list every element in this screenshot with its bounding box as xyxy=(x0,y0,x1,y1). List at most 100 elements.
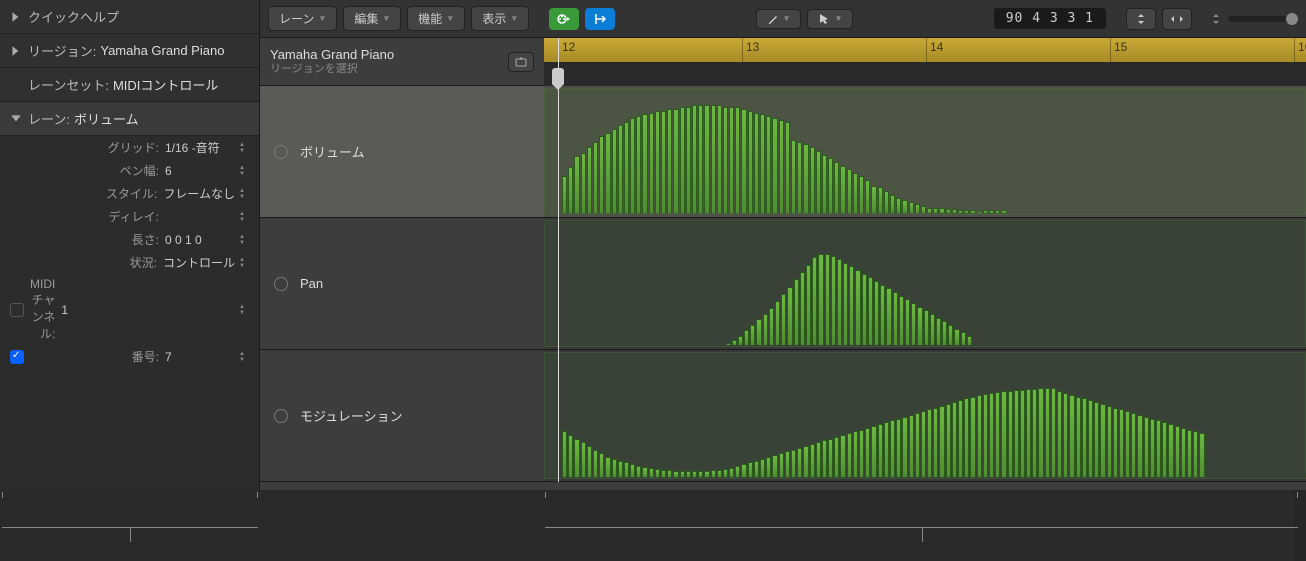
step-bar[interactable] xyxy=(803,446,808,477)
step-bar[interactable] xyxy=(748,462,753,477)
step-bar[interactable] xyxy=(880,285,885,345)
step-bar[interactable] xyxy=(1199,433,1204,477)
stepper-icon[interactable]: ▲▼ xyxy=(239,350,249,364)
stepper-icon[interactable]: ▲▼ xyxy=(239,256,249,270)
step-bar[interactable] xyxy=(574,439,579,477)
step-bar[interactable] xyxy=(840,166,845,213)
step-bar[interactable] xyxy=(995,392,1000,477)
step-bar[interactable] xyxy=(574,156,579,213)
step-bar[interactable] xyxy=(964,398,969,477)
step-bar[interactable] xyxy=(756,319,761,345)
lane-header-pan[interactable]: Pan xyxy=(260,218,544,350)
step-bar[interactable] xyxy=(1107,406,1112,477)
step-bar[interactable] xyxy=(636,116,641,213)
laneset-row[interactable]: レーンセット: MIDIコントロール xyxy=(0,68,259,102)
step-bar[interactable] xyxy=(766,116,771,213)
step-bar[interactable] xyxy=(673,109,678,213)
step-bar[interactable] xyxy=(568,435,573,477)
step-bar[interactable] xyxy=(878,424,883,477)
step-bar[interactable] xyxy=(624,122,629,213)
prop-delay[interactable]: ディレイ: ▲▼ xyxy=(0,205,259,228)
step-bar[interactable] xyxy=(803,144,808,213)
catch-playhead-button[interactable] xyxy=(585,8,615,30)
step-bar[interactable] xyxy=(1069,395,1074,477)
step-bar[interactable] xyxy=(781,294,786,345)
step-bar[interactable] xyxy=(1020,390,1025,477)
penwidth-value[interactable]: 6 xyxy=(165,164,235,178)
lane-row[interactable]: レーン: ボリューム xyxy=(0,102,259,136)
step-bar[interactable] xyxy=(593,142,598,213)
step-bar[interactable] xyxy=(723,469,728,477)
step-bar[interactable] xyxy=(794,279,799,345)
step-bar[interactable] xyxy=(893,292,898,345)
step-bar[interactable] xyxy=(825,254,830,345)
step-bar[interactable] xyxy=(754,113,759,213)
step-bar[interactable] xyxy=(989,210,994,213)
step-bar[interactable] xyxy=(686,471,691,477)
step-bar[interactable] xyxy=(831,256,836,346)
step-bar[interactable] xyxy=(717,470,722,477)
step-bar[interactable] xyxy=(948,325,953,345)
step-bar[interactable] xyxy=(787,287,792,345)
step-bar[interactable] xyxy=(970,210,975,213)
step-bar[interactable] xyxy=(822,155,827,213)
step-bar[interactable] xyxy=(760,114,765,213)
step-bar[interactable] xyxy=(735,466,740,477)
stepper-icon[interactable]: ▲▼ xyxy=(239,164,249,178)
step-bar[interactable] xyxy=(995,210,1000,213)
step-bar[interactable] xyxy=(1082,398,1087,477)
step-bar[interactable] xyxy=(599,453,604,477)
step-bar[interactable] xyxy=(911,303,916,345)
step-bar[interactable] xyxy=(612,129,617,213)
step-bar[interactable] xyxy=(1193,431,1198,477)
step-bar[interactable] xyxy=(1162,422,1167,477)
prop-length[interactable]: 長さ: 0 0 1 0 ▲▼ xyxy=(0,228,259,251)
step-bar[interactable] xyxy=(661,111,666,213)
prop-number[interactable]: 番号: 7 ▲▼ xyxy=(0,345,259,368)
step-bar[interactable] xyxy=(915,413,920,477)
step-bar[interactable] xyxy=(921,411,926,477)
step-bar[interactable] xyxy=(587,147,592,213)
step-bar[interactable] xyxy=(834,162,839,213)
ruler[interactable]: 1213141516 xyxy=(544,38,1306,86)
edit-menu[interactable]: 編集▼ xyxy=(343,6,401,31)
step-bar[interactable] xyxy=(924,310,929,345)
step-bar[interactable] xyxy=(862,274,867,345)
step-bar[interactable] xyxy=(735,107,740,213)
step-bar[interactable] xyxy=(779,120,784,213)
step-bar[interactable] xyxy=(954,329,959,345)
step-bar[interactable] xyxy=(890,195,895,213)
step-bar[interactable] xyxy=(729,468,734,477)
step-bar[interactable] xyxy=(936,318,941,345)
step-bar[interactable] xyxy=(1088,400,1093,477)
midich-value[interactable]: 1 xyxy=(61,303,235,317)
step-bar[interactable] xyxy=(618,461,623,477)
step-bar[interactable] xyxy=(871,426,876,477)
step-bar[interactable] xyxy=(828,158,833,213)
step-bar[interactable] xyxy=(1014,390,1019,477)
step-bar[interactable] xyxy=(989,393,994,477)
step-bar[interactable] xyxy=(927,409,932,477)
midi-out-button[interactable] xyxy=(549,8,579,30)
playhead-handle[interactable] xyxy=(552,68,564,84)
step-bar[interactable] xyxy=(655,111,660,213)
step-bar[interactable] xyxy=(915,204,920,213)
step-bar[interactable] xyxy=(1137,415,1142,477)
step-bar[interactable] xyxy=(760,459,765,477)
step-bar[interactable] xyxy=(1175,426,1180,477)
step-bar[interactable] xyxy=(649,468,654,477)
step-bar[interactable] xyxy=(977,395,982,477)
step-bar[interactable] xyxy=(902,417,907,477)
step-bar[interactable] xyxy=(983,210,988,213)
step-bar[interactable] xyxy=(961,332,966,345)
step-bar[interactable] xyxy=(822,440,827,477)
step-bar[interactable] xyxy=(884,191,889,213)
prop-style[interactable]: スタイル: フレームなし ▲▼ xyxy=(0,182,259,205)
step-bar[interactable] xyxy=(785,451,790,477)
step-bar[interactable] xyxy=(599,136,604,213)
step-bar[interactable] xyxy=(750,325,755,345)
step-bar[interactable] xyxy=(837,259,842,345)
lane-volume[interactable] xyxy=(544,86,1306,218)
step-bar[interactable] xyxy=(562,176,567,213)
step-bar[interactable] xyxy=(905,299,910,345)
